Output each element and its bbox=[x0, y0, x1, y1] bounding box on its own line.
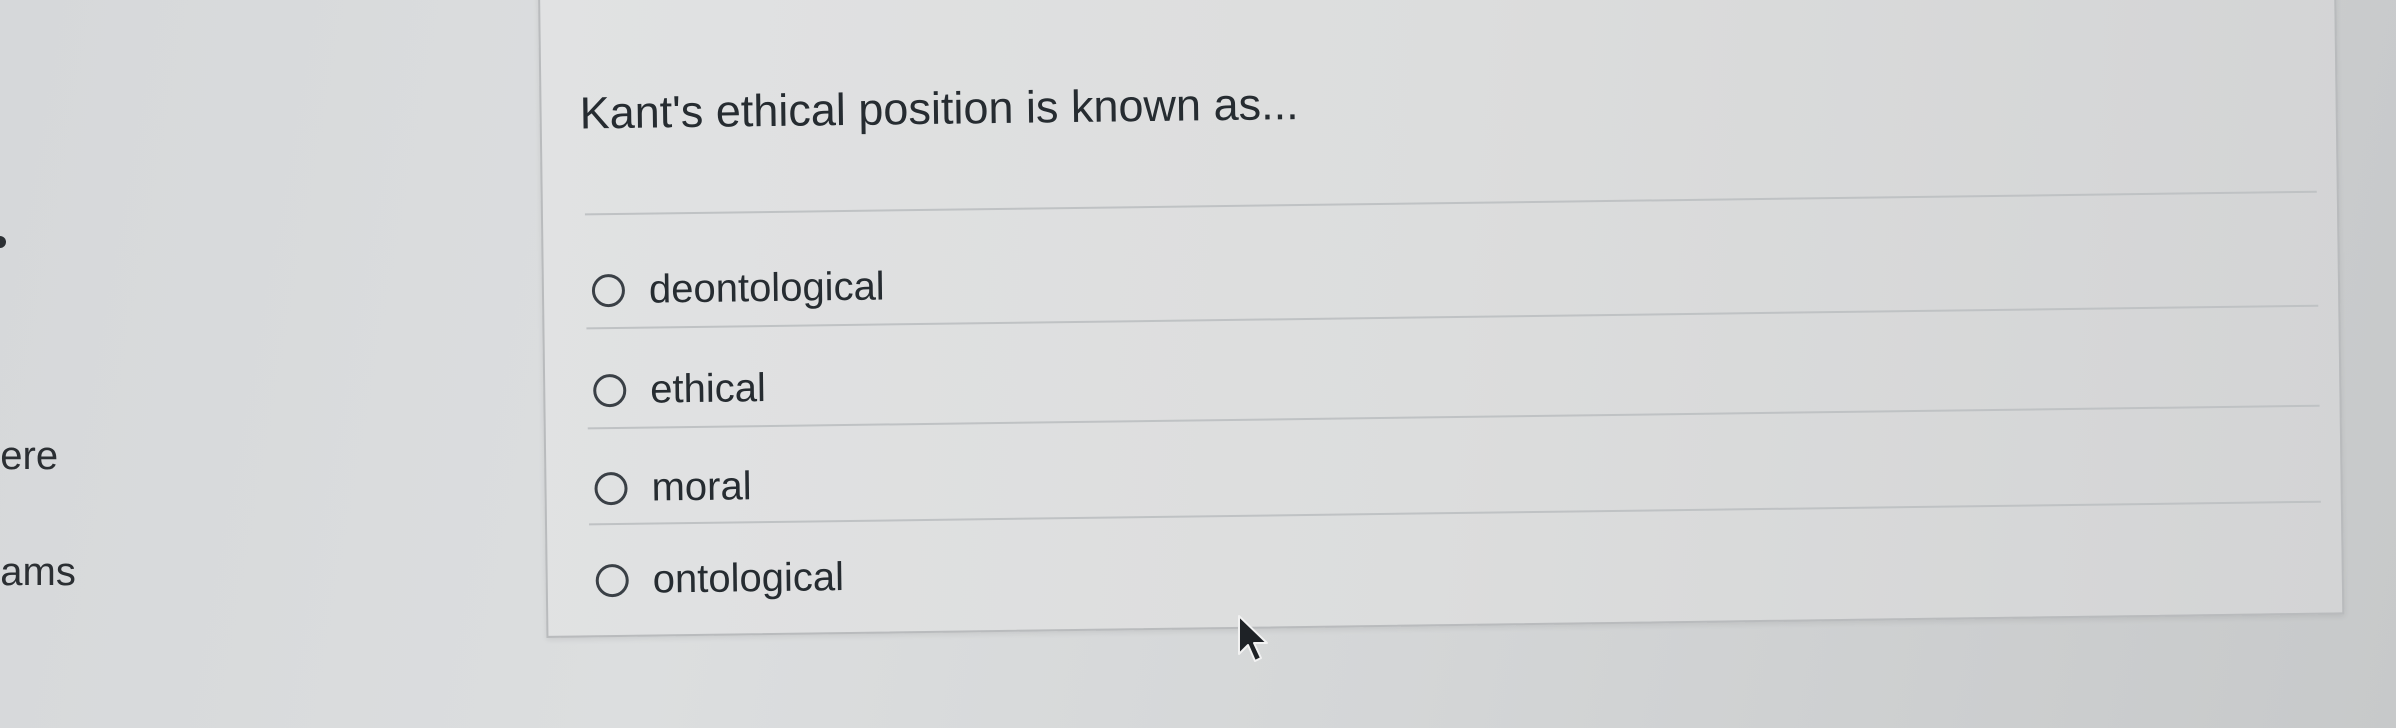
radio-button[interactable] bbox=[593, 373, 627, 407]
answer-option-moral[interactable]: moral bbox=[594, 451, 752, 523]
radio-button[interactable] bbox=[594, 471, 628, 505]
answer-label: deontological bbox=[648, 263, 885, 312]
answer-option-ontological[interactable]: ontological bbox=[595, 542, 844, 615]
question-card: Kant's ethical position is known as... d… bbox=[538, 0, 2345, 638]
sidebar-item-label[interactable]: eams bbox=[0, 550, 76, 595]
sidebar-bullet-icon bbox=[0, 236, 6, 248]
answer-label: ontological bbox=[652, 554, 845, 602]
radio-button[interactable] bbox=[595, 563, 629, 597]
arrow-cursor-icon bbox=[1238, 615, 1268, 662]
answer-divider bbox=[588, 500, 2321, 526]
answer-label: ethical bbox=[649, 365, 767, 412]
left-sidebar: nere eams bbox=[0, 0, 180, 728]
answer-option-deontological[interactable]: deontological bbox=[591, 251, 885, 325]
radio-button[interactable] bbox=[591, 273, 626, 307]
answer-option-ethical[interactable]: ethical bbox=[593, 353, 767, 425]
question-divider bbox=[584, 190, 2317, 216]
sidebar-item-label[interactable]: nere bbox=[0, 434, 58, 479]
answer-divider bbox=[587, 404, 2320, 430]
question-text: Kant's ethical position is known as... bbox=[579, 78, 1299, 139]
answer-label: moral bbox=[651, 463, 752, 510]
